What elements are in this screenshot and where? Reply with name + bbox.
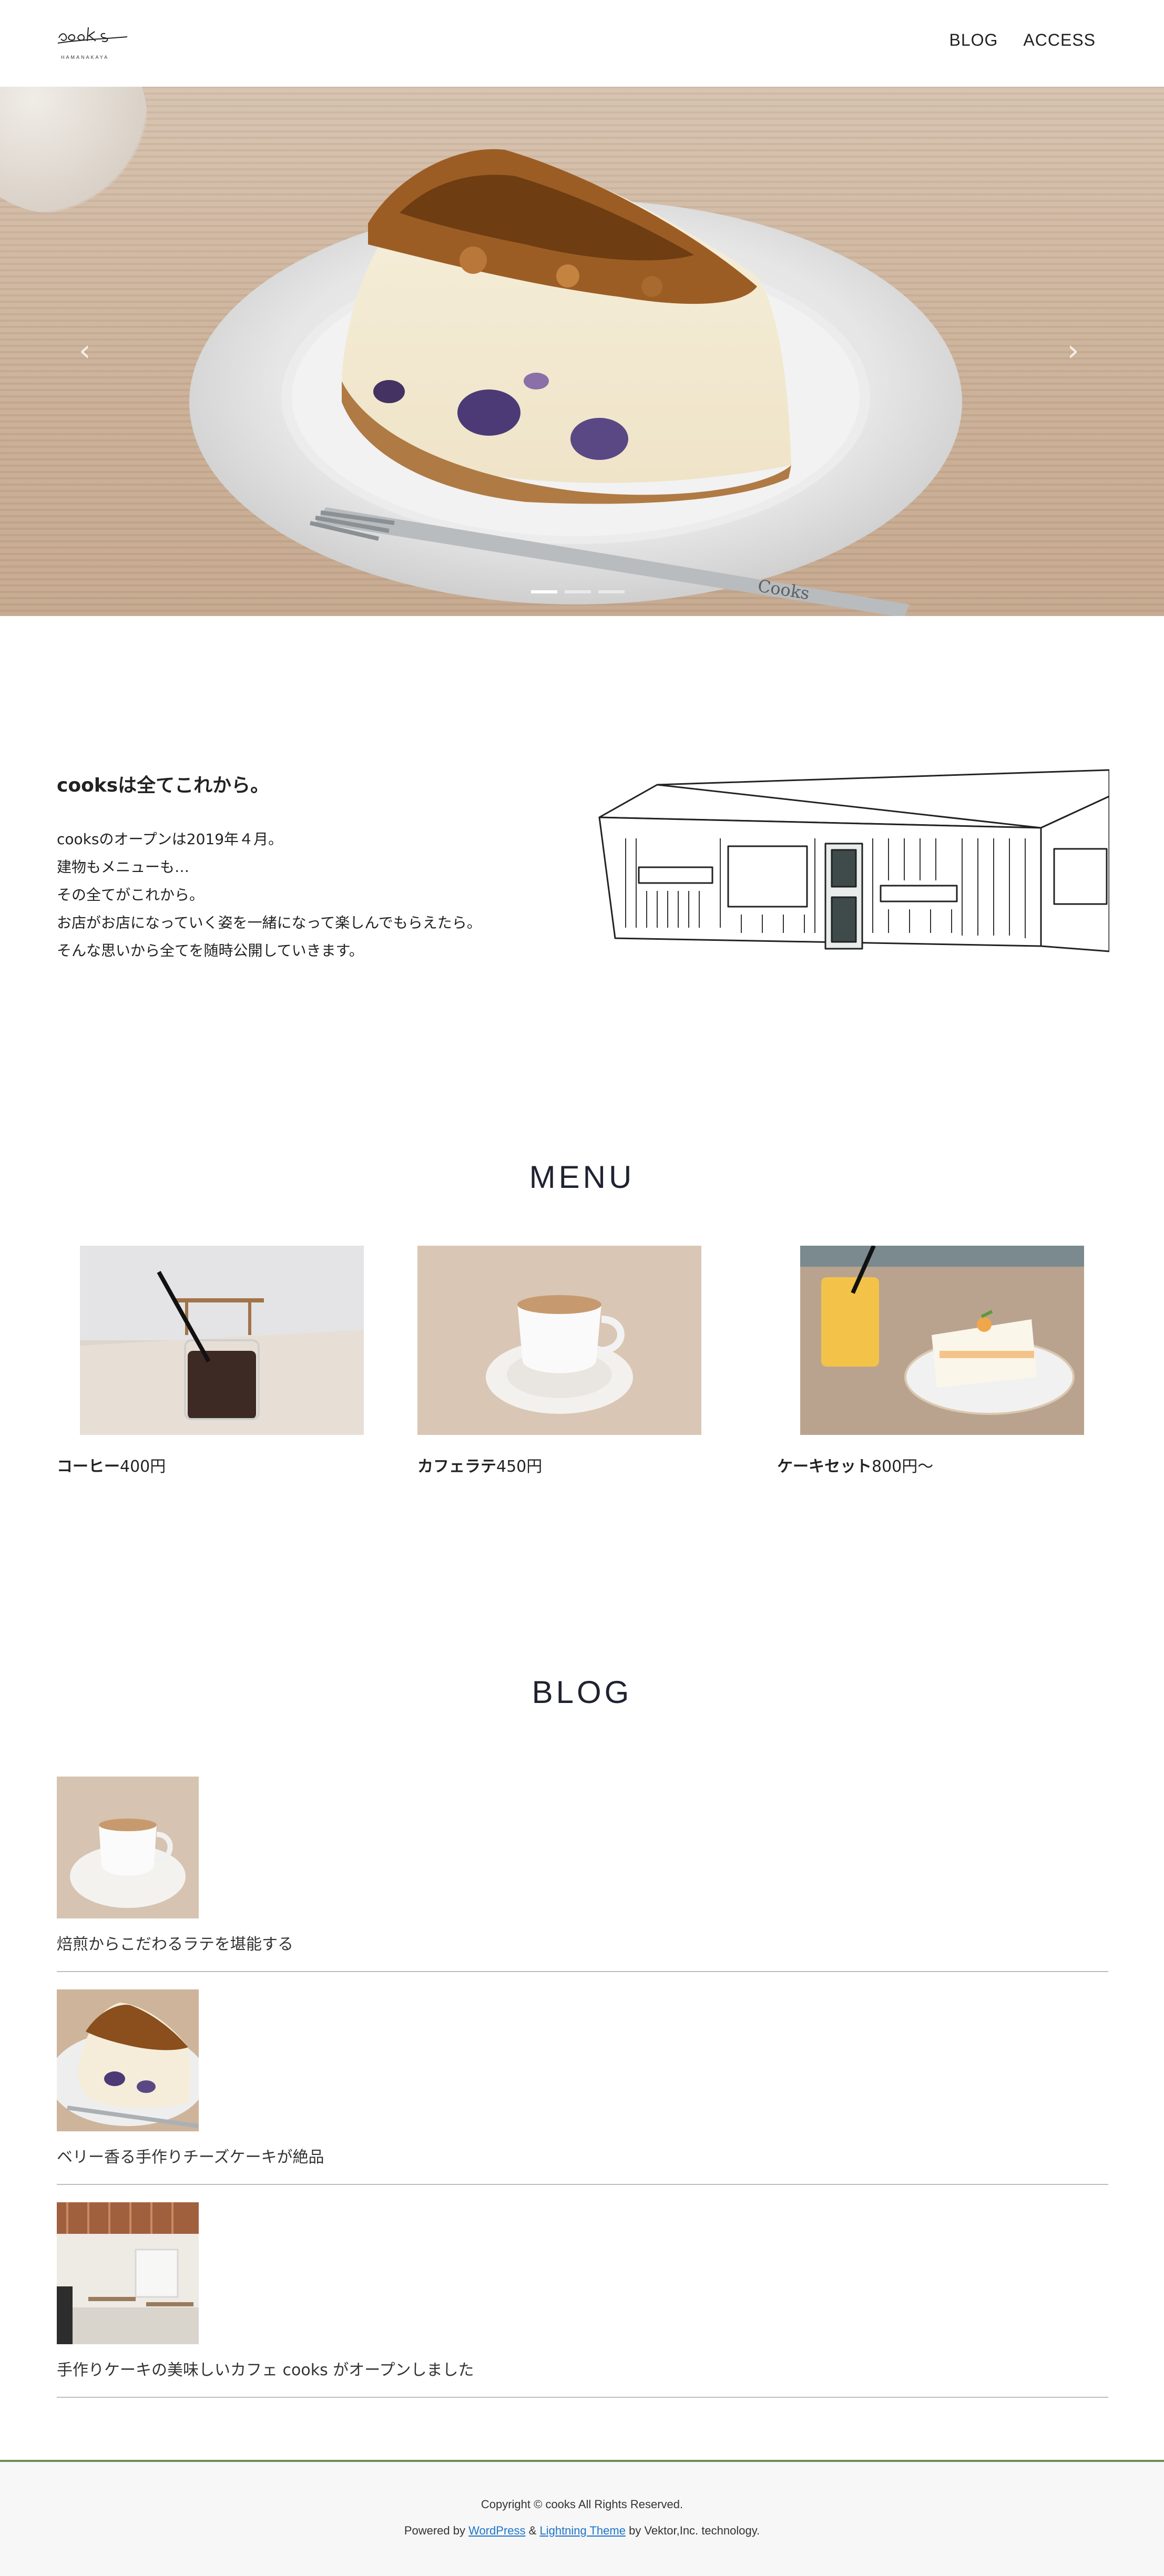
latte-thumbnail-photo: [57, 1777, 199, 1918]
hero-slider: Cooks ‹ ›: [0, 87, 1164, 616]
divider: [57, 1971, 1108, 1972]
copyright: Copyright © cooks All Rights Reserved.: [481, 2498, 683, 2511]
chevron-left-icon: ‹: [79, 334, 91, 368]
menu-price: 800円〜: [872, 1458, 934, 1476]
blog-post-title[interactable]: ベリー香る手作りチーズケーキが絶品: [57, 2144, 324, 2167]
about-line: そんな思いから全てを随時公開していきます。: [57, 942, 364, 959]
iced-coffee-photo: [80, 1246, 364, 1435]
blog-post-title[interactable]: 手作りケーキの美味しいカフェ cooks がオープンしました: [57, 2357, 474, 2380]
menu-item-coffee[interactable]: コーヒー400円: [57, 1246, 364, 1476]
cafe-interior-thumbnail-photo: [57, 2202, 199, 2344]
site-header: HAMANAKAYA BLOG ACCESS: [0, 0, 1164, 87]
menu-price: 400円: [120, 1458, 166, 1476]
powered-by-text: Powered by: [404, 2524, 465, 2537]
blog-post[interactable]: 手作りケーキの美味しいカフェ cooks がオープンしました: [57, 2202, 1108, 2398]
blog-thumbnail[interactable]: [57, 1777, 199, 1918]
nav-access[interactable]: ACCESS: [1023, 30, 1096, 50]
site-footer: Copyright © cooks All Rights Reserved. P…: [0, 2460, 1164, 2576]
powered-by-line: Powered by WordPress & Lightning Theme b…: [0, 2524, 1164, 2538]
menu-image-cake-set: [800, 1246, 1084, 1435]
menu-item-latte[interactable]: カフェラテ450円: [417, 1246, 701, 1476]
menu-label-coffee: コーヒー400円: [57, 1453, 166, 1476]
fork-engraving: Cooks: [757, 576, 811, 603]
about-line: お店がお店になっていく姿を一緒になって楽しんでもらえたら。: [57, 914, 482, 931]
about-line: その全てがこれから。: [57, 886, 205, 904]
cheesecake-photo: Cooks: [189, 149, 962, 616]
about-text: cooksのオープンは2019年４月。 建物もメニューも… その全てがこれから。…: [57, 825, 482, 964]
site-logo[interactable]: HAMANAKAYA: [57, 24, 128, 63]
shop-building-illustration: [598, 769, 1109, 952]
ampersand: &: [528, 2524, 537, 2537]
latte-photo: [417, 1246, 701, 1435]
lightning-theme-link[interactable]: Lightning Theme: [539, 2524, 626, 2537]
blog-post[interactable]: 焙煎からこだわるラテを堪能する: [57, 1777, 1108, 1972]
slider-dot-3[interactable]: [598, 590, 625, 593]
menu-name: コーヒー: [57, 1458, 120, 1476]
slider-dot-2[interactable]: [565, 590, 591, 593]
slider-dot-1[interactable]: [531, 590, 557, 593]
blog-thumbnail[interactable]: [57, 2202, 199, 2344]
about-line: 建物もメニューも…: [57, 858, 190, 876]
blog-post[interactable]: ベリー香る手作りチーズケーキが絶品: [57, 1989, 1108, 2185]
menu-label-cake-set: ケーキセット800円〜: [777, 1453, 933, 1476]
about-line: cooksのオープンは2019年４月。: [57, 830, 283, 848]
divider: [57, 2184, 1108, 2185]
wordpress-link[interactable]: WordPress: [468, 2524, 525, 2537]
slider-pagination: [531, 590, 625, 593]
menu-section-title: MENU: [529, 1159, 635, 1195]
blog-thumbnail[interactable]: [57, 1989, 199, 2131]
cake-set-photo: [800, 1246, 1084, 1435]
chevron-right-icon: ›: [1067, 334, 1079, 368]
logo-subtext: HAMANAKAYA: [61, 55, 109, 60]
menu-item-cake-set[interactable]: ケーキセット800円〜: [777, 1246, 1084, 1476]
nav-blog[interactable]: BLOG: [949, 30, 998, 50]
slider-prev-button[interactable]: ‹: [79, 334, 90, 368]
menu-name: ケーキセット: [777, 1458, 872, 1476]
cheesecake-thumbnail-photo: [57, 1989, 199, 2131]
divider: [57, 2397, 1108, 2398]
about-title: cooksは全てこれから。: [57, 775, 270, 796]
slider-next-button[interactable]: ›: [1067, 334, 1079, 368]
menu-label-latte: カフェラテ450円: [417, 1453, 542, 1476]
blog-post-title[interactable]: 焙煎からこだわるラテを堪能する: [57, 1931, 293, 1954]
menu-image-latte: [417, 1246, 701, 1435]
menu-price: 450円: [496, 1458, 543, 1476]
vektor-text: by Vektor,Inc. technology.: [629, 2524, 760, 2537]
global-nav: BLOG ACCESS: [949, 30, 1096, 50]
blog-section-title: BLOG: [532, 1675, 632, 1710]
menu-name: カフェラテ: [417, 1458, 496, 1476]
menu-image-coffee: [80, 1246, 364, 1435]
